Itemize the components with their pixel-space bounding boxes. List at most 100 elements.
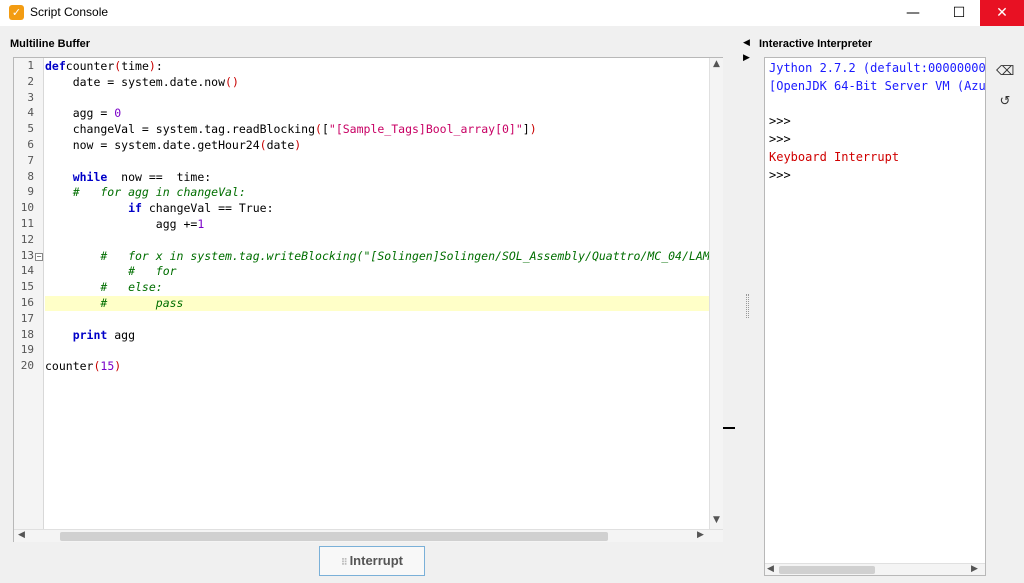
maximize-button[interactable]: ☐ [936, 0, 982, 26]
code-line[interactable]: counter(15) [45, 359, 709, 374]
line-number: 3 [27, 90, 34, 104]
collapse-right-arrow-icon[interactable]: ▶ [743, 53, 750, 63]
title-bar: ✓ Script Console — ☐ ✕ [0, 0, 1024, 26]
code-token: time [121, 59, 149, 73]
code-line[interactable]: # for agg in changeVal: [45, 185, 709, 200]
code-line[interactable]: # for x in system.tag.writeBlocking("[So… [45, 249, 709, 264]
close-button[interactable]: ✕ [980, 0, 1024, 26]
code-line[interactable]: changeVal = system.tag.readBlocking(["[S… [45, 122, 709, 137]
interpreter-scroll-thumb[interactable] [779, 566, 875, 574]
code-line[interactable]: # pass [45, 296, 709, 311]
code-token: ) [114, 359, 122, 374]
line-number: 13 [20, 248, 34, 262]
code-line[interactable]: while now == time: [45, 170, 709, 185]
code-line[interactable]: now = system.date.getHour24(date) [45, 138, 709, 153]
code-token: now == time: [107, 169, 212, 184]
interpreter-output[interactable]: Jython 2.7.2 (default:0000000000 [OpenJDK… [764, 57, 986, 576]
scroll-up-icon[interactable]: ▲ [713, 59, 720, 69]
line-number: 4 [27, 106, 34, 120]
code-line[interactable] [45, 233, 709, 248]
line-number: 17 [20, 311, 34, 325]
code-line[interactable]: # for [45, 264, 709, 279]
reset-icon[interactable]: ↺ [996, 93, 1014, 111]
code-token: date = system.date.now [45, 74, 226, 89]
line-number: 2 [27, 74, 34, 88]
code-token: [ [321, 122, 329, 137]
interrupt-grip-icon: ⠿ [340, 557, 348, 567]
fold-toggle-icon[interactable]: − [35, 252, 43, 261]
code-token: # for x in system.tag.writeBlocking("[So… [45, 248, 709, 263]
code-line[interactable]: # else: [45, 280, 709, 295]
code-token: () [225, 74, 239, 89]
code-line[interactable] [45, 154, 709, 169]
interp-scroll-left-icon[interactable]: ◀ [767, 564, 774, 574]
window-title: Script Console [30, 5, 109, 19]
code-line[interactable]: agg +=1 [45, 217, 709, 232]
code-line[interactable] [45, 343, 709, 358]
code-token: 15 [100, 359, 115, 374]
vertical-scrollbar[interactable]: ▲ ▼ [709, 58, 723, 529]
code-token: agg [107, 327, 136, 342]
line-number: 16 [20, 296, 34, 309]
code-token: 0 [114, 106, 122, 121]
splitter-grip[interactable] [746, 294, 749, 318]
code-token: : [155, 59, 163, 73]
code-token: changeVal == True: [141, 201, 274, 216]
code-token: # for [45, 264, 177, 279]
code-line[interactable] [45, 312, 709, 327]
code-token: ] [522, 122, 530, 137]
collapse-left-arrow-icon[interactable]: ◀ [743, 38, 750, 48]
code-token: def [45, 59, 66, 73]
scroll-left-icon[interactable]: ◀ [18, 530, 25, 540]
line-number: 9 [27, 185, 34, 199]
code-token: if [128, 201, 142, 216]
interpreter-line: >>> [769, 114, 791, 129]
horizontal-scrollbar[interactable]: ◀ ▶ [14, 529, 723, 542]
interpreter-horizontal-scrollbar[interactable]: ◀ ▶ [765, 563, 985, 575]
code-editor[interactable]: 1 2 3 4 5 6 7 8 9 10 11 12 13−14 15 16 17 18 19 20 defcoun… [13, 57, 723, 542]
code-area[interactable]: defcounter(time): date = system.date.now… [45, 58, 709, 529]
interrupt-button[interactable]: ⠿ Interrupt [319, 546, 425, 576]
splitter-marker [723, 427, 735, 429]
interpreter-line: [OpenJDK 64-Bit Server VM (Azul [769, 78, 986, 93]
code-token: agg += [45, 217, 198, 231]
line-number: 7 [27, 153, 34, 167]
code-line[interactable]: date = system.date.now() [45, 75, 709, 90]
code-token: while [72, 169, 108, 184]
scroll-down-icon[interactable]: ▼ [713, 515, 720, 525]
code-token: agg = [45, 106, 115, 121]
clear-eraser-icon[interactable]: ⌫ [996, 63, 1014, 81]
line-number: 18 [20, 327, 34, 341]
code-line[interactable] [45, 91, 709, 106]
scroll-right-icon[interactable]: ▶ [697, 530, 704, 540]
code-token: changeVal = system.tag.readBlocking [45, 122, 316, 137]
interactive-interpreter-label: Interactive Interpreter [759, 38, 873, 50]
minimize-button[interactable]: — [890, 0, 936, 26]
code-token: print [72, 327, 108, 342]
line-number: 20 [20, 359, 34, 373]
interpreter-line: >>> [769, 167, 791, 182]
line-number: 11 [20, 217, 34, 230]
code-token: ( [315, 122, 322, 137]
interp-scroll-right-icon[interactable]: ▶ [971, 564, 978, 574]
code-token: # pass [45, 296, 184, 310]
code-token: date [266, 138, 295, 152]
line-number: 1 [27, 59, 34, 72]
code-line[interactable]: defcounter(time): [45, 59, 709, 74]
code-line[interactable]: print agg [45, 328, 709, 343]
code-token: ) [529, 122, 537, 137]
code-token: ( [259, 138, 267, 152]
interrupt-button-label: Interrupt [349, 553, 404, 568]
line-number: 8 [27, 169, 34, 183]
code-token: counter [45, 359, 94, 374]
code-line[interactable]: agg = 0 [45, 106, 709, 121]
code-token: now = system.date.getHour24 [45, 138, 260, 152]
horizontal-scroll-thumb[interactable] [60, 532, 608, 541]
code-line[interactable]: if changeVal == True: [45, 201, 709, 216]
line-number: 12 [20, 232, 34, 246]
code-token: 1 [197, 217, 205, 231]
interpreter-line: Jython 2.7.2 (default:0000000000 [769, 61, 986, 75]
